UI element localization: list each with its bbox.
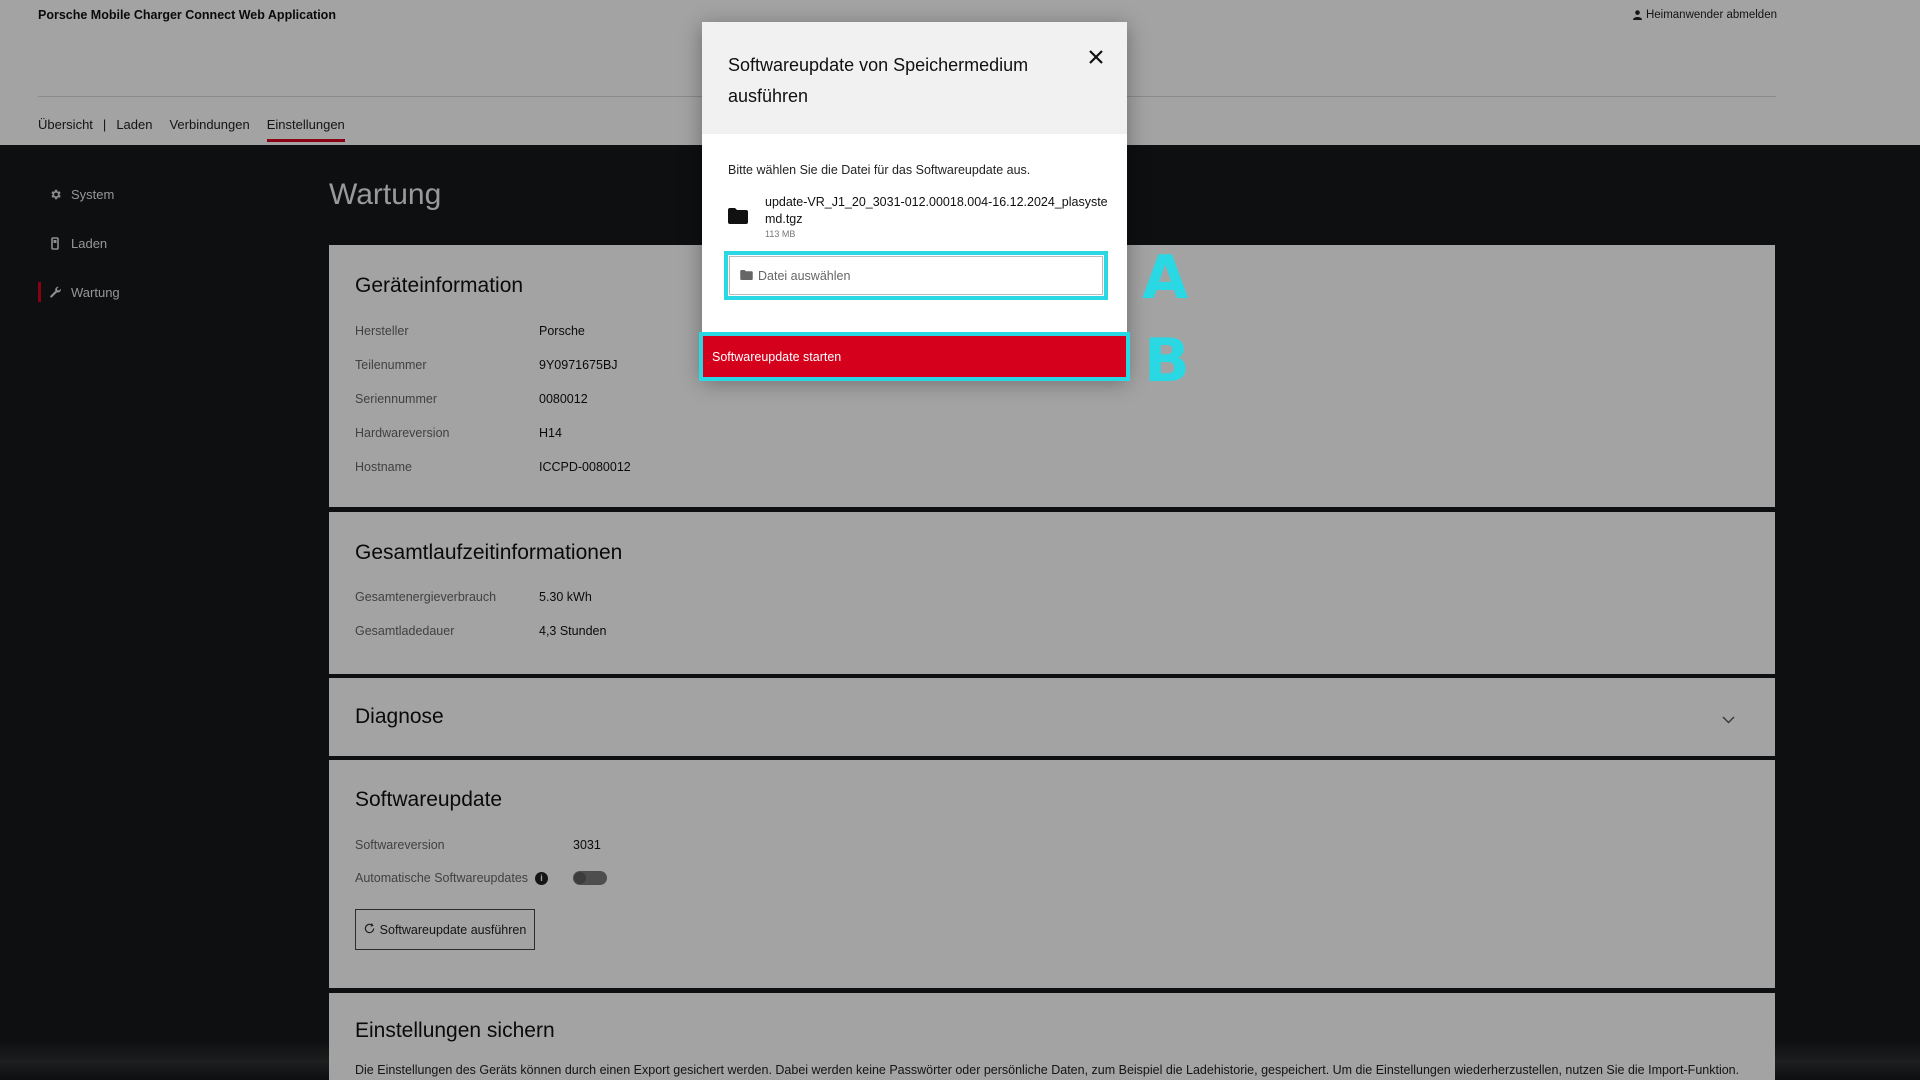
software-update-modal: Softwareupdate von Speichermedium ausfüh… — [699, 22, 1130, 381]
annotation-marker-b: B — [1144, 326, 1190, 396]
modal-title: Softwareupdate von Speichermedium ausfüh… — [728, 55, 1029, 106]
file-select-input[interactable]: Datei auswählen — [724, 251, 1108, 300]
file-select-label: Datei auswählen — [758, 268, 851, 283]
modal-header: Softwareupdate von Speichermedium ausfüh… — [702, 22, 1127, 134]
folder-icon — [728, 208, 748, 239]
selected-file: update-VR_J1_20_3031-012.00018.004-16.12… — [728, 194, 1108, 239]
modal-description: Bitte wählen Sie die Datei für das Softw… — [728, 163, 1031, 177]
folder-icon — [740, 269, 753, 283]
close-icon[interactable] — [1087, 48, 1105, 66]
file-name: update-VR_J1_20_3031-012.00018.004-16.12… — [765, 195, 1108, 226]
start-software-update-button[interactable]: Softwareupdate starten — [699, 332, 1130, 381]
file-size: 113 MB — [765, 229, 796, 239]
annotation-marker-a: A — [1142, 243, 1189, 313]
